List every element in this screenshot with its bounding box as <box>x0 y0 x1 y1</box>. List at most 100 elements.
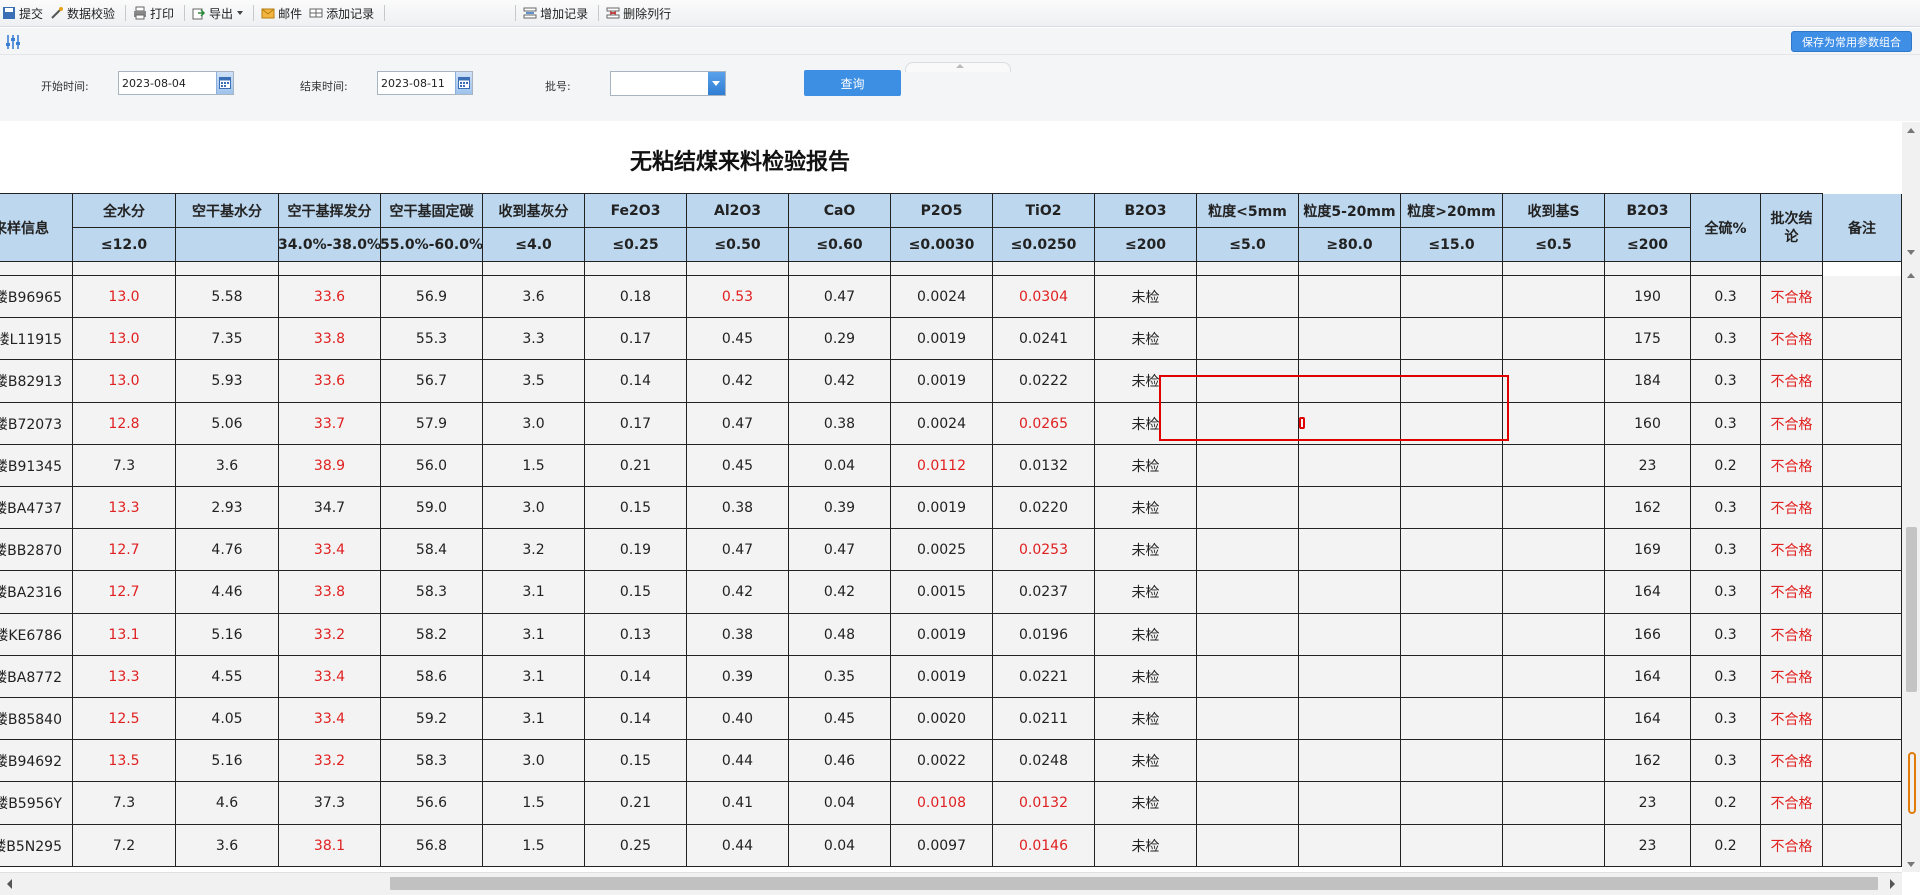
print-label: 打印 <box>150 6 175 21</box>
cell-total_water: 12.8 <box>73 403 176 445</box>
start-date-value: 2023-08-04 <box>122 77 186 90</box>
save-params-button[interactable]: 保存为常用参数组合 <box>1791 31 1912 52</box>
cell-fe2o3: 0.14 <box>585 360 687 403</box>
cell-b2o3_2: 23 <box>1605 825 1691 867</box>
column-divider <box>482 262 483 276</box>
cell-total_s: 0.2 <box>1691 782 1761 825</box>
scroll-up-icon[interactable] <box>1907 128 1915 133</box>
toolbar-separator <box>184 5 186 21</box>
submit-button[interactable]: 提交 <box>0 2 48 24</box>
cell-total_water: 12.7 <box>73 571 176 614</box>
cell-size_5_20 <box>1299 360 1401 403</box>
cell-cao: 0.48 <box>789 614 891 656</box>
validate-button[interactable]: 数据校验 <box>48 2 120 24</box>
cell-fixed_carbon: 56.0 <box>381 445 483 487</box>
cell-tio2: 0.0222 <box>993 360 1095 403</box>
mail-button[interactable]: 邮件 <box>259 2 307 24</box>
sample-info-cell: 褛B91345 <box>0 445 73 487</box>
export-button[interactable]: 导出 <box>190 2 248 24</box>
cell-ad_water: 4.76 <box>176 529 279 571</box>
print-button[interactable]: 打印 <box>131 2 179 24</box>
sliders-icon[interactable] <box>4 33 22 51</box>
header-cao: CaO <box>789 194 891 228</box>
cell-b2o3: 未检 <box>1095 445 1197 487</box>
cell-volatile: 34.7 <box>279 487 381 529</box>
cell-volatile: 33.6 <box>279 360 381 403</box>
cell-b2o3: 未检 <box>1095 529 1197 571</box>
cell-s_ar <box>1503 698 1605 740</box>
export-icon <box>192 8 206 20</box>
cell-al2o3: 0.53 <box>687 276 789 318</box>
header-b2o3: B2O3 <box>1095 194 1197 228</box>
column-divider <box>1760 262 1761 276</box>
scroll-up-icon[interactable] <box>1907 273 1915 278</box>
collapse-panel-toggle[interactable] <box>905 62 1011 72</box>
calendar-icon[interactable] <box>455 72 472 94</box>
header-limit-ad_water <box>176 228 279 262</box>
mail-label: 邮件 <box>278 6 303 21</box>
column-divider <box>1604 262 1605 276</box>
cell-s_ar <box>1503 614 1605 656</box>
cell-size_5_20 <box>1299 445 1401 487</box>
column-divider <box>992 262 993 276</box>
cell-size_5_20 <box>1299 487 1401 529</box>
sample-info-cell: 褛BB2870 <box>0 529 73 571</box>
horizontal-scroll-thumb[interactable] <box>390 877 1878 890</box>
cell-b2o3_2: 162 <box>1605 487 1691 529</box>
cell-tio2: 0.0265 <box>993 403 1095 445</box>
cell-cao: 0.35 <box>789 656 891 698</box>
mail-icon <box>261 8 275 19</box>
scroll-down-icon[interactable] <box>1907 862 1915 867</box>
toolbar-separator <box>515 5 517 21</box>
cell-ash: 3.1 <box>483 656 585 698</box>
cell-b2o3: 未检 <box>1095 656 1197 698</box>
cell-ash: 1.5 <box>483 825 585 867</box>
batch-select[interactable] <box>610 71 726 96</box>
cell-size_lt5 <box>1197 529 1299 571</box>
cell-b2o3: 未检 <box>1095 571 1197 614</box>
cell-total_water: 7.3 <box>73 782 176 825</box>
start-date-field[interactable]: 2023-08-04 <box>118 71 234 95</box>
cell-remark <box>1823 360 1902 403</box>
delete-row-button[interactable]: 删除列行 <box>604 2 676 24</box>
add-record-button[interactable]: 添加记录 <box>307 2 379 24</box>
cell-ash: 3.1 <box>483 571 585 614</box>
cell-al2o3: 0.47 <box>687 529 789 571</box>
cell-conclusion: 不合格 <box>1761 529 1823 571</box>
cell-size_lt5 <box>1197 487 1299 529</box>
scroll-right-icon[interactable] <box>1890 879 1895 889</box>
cell-remark <box>1823 825 1902 867</box>
header-limit-tio2: ≤0.0250 <box>993 228 1095 262</box>
end-date-field[interactable]: 2023-08-11 <box>377 71 473 95</box>
column-divider <box>1502 262 1503 276</box>
cell-fixed_carbon: 56.9 <box>381 276 483 318</box>
cell-total_s: 0.3 <box>1691 276 1761 318</box>
cell-size_5_20 <box>1299 698 1401 740</box>
cell-fe2o3: 0.19 <box>585 529 687 571</box>
cell-volatile: 33.4 <box>279 656 381 698</box>
header-remark: 备注 <box>1823 194 1902 262</box>
cell-fixed_carbon: 56.7 <box>381 360 483 403</box>
scroll-down-icon[interactable] <box>1907 250 1915 255</box>
header-limit-p2o5: ≤0.0030 <box>891 228 993 262</box>
cell-b2o3_2: 190 <box>1605 276 1691 318</box>
cell-total_water: 13.3 <box>73 656 176 698</box>
cell-size_gt20 <box>1401 318 1503 360</box>
calendar-icon[interactable] <box>216 72 233 94</box>
cell-b2o3_2: 164 <box>1605 656 1691 698</box>
column-divider <box>584 262 585 276</box>
query-button[interactable]: 查询 <box>804 70 901 96</box>
table-gap-row <box>0 262 1823 276</box>
insert-record-button[interactable]: 增加记录 <box>521 2 593 24</box>
header-limit-cao: ≤0.60 <box>789 228 891 262</box>
cell-s_ar <box>1503 740 1605 782</box>
column-divider <box>72 262 73 276</box>
scroll-left-icon[interactable] <box>7 879 12 889</box>
cell-b2o3_2: 164 <box>1605 571 1691 614</box>
header-limit-fixed_carbon: 55.0%-60.0% <box>381 228 483 262</box>
cell-b2o3: 未检 <box>1095 487 1197 529</box>
dropdown-arrow-icon[interactable] <box>708 72 725 95</box>
cell-remark <box>1823 740 1902 782</box>
cell-size_lt5 <box>1197 276 1299 318</box>
vertical-scroll-thumb[interactable] <box>1906 527 1917 692</box>
